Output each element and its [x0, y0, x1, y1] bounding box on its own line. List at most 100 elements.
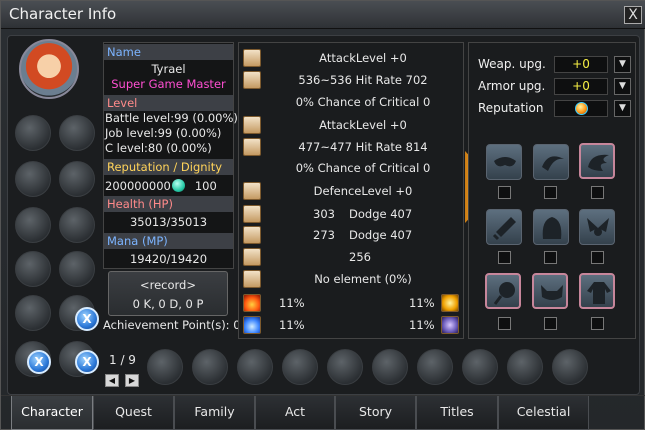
hp-header: Health (HP) — [104, 196, 233, 212]
equip-slot[interactable] — [59, 115, 95, 151]
element-value: No element (0%) — [314, 272, 412, 286]
fairy-wings-icon — [587, 218, 609, 236]
sword-costume-icon — [492, 217, 516, 241]
tab-celestial-spire[interactable]: Celestial Spire — [498, 396, 589, 430]
equip-slot[interactable] — [15, 115, 51, 151]
stat-row: 11% 11% — [239, 315, 463, 335]
armor-upgrade-value: +0 — [554, 78, 608, 95]
tab-act[interactable]: Act — [255, 396, 335, 430]
tab-family[interactable]: Family — [174, 396, 255, 430]
equip-slot[interactable] — [59, 251, 95, 287]
bow-icon — [243, 138, 261, 156]
upgrade-panel: Weap. upg. +0 ▼ Armor upg. +0 ▼ Reputati… — [468, 42, 636, 339]
visibility-checkbox[interactable] — [498, 251, 511, 264]
visibility-checkbox[interactable] — [591, 186, 604, 199]
reputation-value: 200000000 — [105, 179, 171, 193]
fire-resistance: 11% — [279, 296, 305, 310]
bag-slot[interactable] — [552, 349, 588, 385]
tab-quest[interactable]: Quest — [93, 396, 174, 430]
weapon-upgrade-label: Weap. upg. — [478, 57, 546, 71]
visibility-checkbox[interactable] — [498, 317, 511, 330]
bag-slot[interactable] — [327, 349, 363, 385]
visibility-checkbox[interactable] — [544, 186, 557, 199]
hood-icon — [542, 217, 562, 239]
tab-titles[interactable]: Titles — [416, 396, 498, 430]
reputation-dropdown[interactable]: ▼ — [614, 100, 631, 117]
title-bar[interactable]: Character Info X — [1, 1, 645, 29]
visibility-checkbox[interactable] — [591, 251, 604, 264]
close-button[interactable]: X — [624, 6, 642, 24]
armor-upgrade-label: Armor upg. — [478, 79, 546, 93]
hp-value: 35013/35013 — [129, 215, 208, 229]
tab-bar: Character Quest Family Act Story Titles … — [1, 395, 645, 430]
next-page-button[interactable]: ▶ — [125, 374, 139, 387]
stat-row: 536~536 Hit Rate 702 — [239, 70, 463, 90]
unequip-x-button[interactable]: X — [75, 307, 99, 331]
wings-icon — [588, 154, 609, 171]
stat-row: 11% 11% — [239, 293, 463, 313]
prev-page-button[interactable]: ◀ — [105, 374, 119, 387]
tab-story[interactable]: Story — [335, 396, 416, 430]
ranged-defence-icon — [243, 226, 261, 244]
attack2-level: AttackLevel +0 — [319, 118, 407, 132]
def1-dodge: Dodge 407 — [349, 207, 413, 221]
stat-row: 303 Dodge 407 — [239, 204, 463, 224]
lollipop-slot[interactable] — [485, 273, 521, 309]
visibility-checkbox[interactable] — [544, 251, 557, 264]
dark-icon — [441, 316, 459, 334]
equip-slot[interactable] — [15, 251, 51, 287]
stat-row: No element (0%) — [239, 269, 463, 289]
bag-slot[interactable] — [462, 349, 498, 385]
sword-icon — [243, 116, 261, 134]
bag-slot[interactable] — [147, 349, 183, 385]
attack2-crit: 0% Chance of Critical 0 — [295, 161, 431, 175]
dark-resistance: 11% — [409, 318, 435, 332]
def2-value: 273 — [313, 228, 335, 242]
unequip-x-button[interactable]: X — [75, 350, 99, 374]
visibility-checkbox[interactable] — [544, 317, 557, 330]
equip-slot[interactable] — [59, 161, 95, 197]
tab-character[interactable]: Character — [11, 396, 93, 430]
mask-slot[interactable] — [486, 144, 522, 180]
character-rank: Super Game Master — [111, 77, 226, 91]
character-avatar — [19, 39, 79, 99]
record-button[interactable]: <record> 0 K, 0 D, 0 P — [108, 271, 228, 316]
weapon-upgrade-dropdown[interactable]: ▼ — [614, 56, 631, 73]
weapon-upgrade-value: +0 — [554, 56, 608, 73]
bag-slot[interactable] — [507, 349, 543, 385]
unequip-x-button[interactable]: X — [27, 350, 51, 374]
job-level: Job level:99 (0.00%) — [105, 126, 222, 140]
stat-row: AttackLevel +0 — [239, 48, 463, 68]
costume-slot[interactable] — [579, 273, 615, 309]
attack2-hit: 477~477 Hit Rate 814 — [298, 140, 428, 154]
bag-slot[interactable] — [192, 349, 228, 385]
bag-slot[interactable] — [237, 349, 273, 385]
record-kda: 0 K, 0 D, 0 P — [132, 297, 204, 311]
mp-value: 19420/19420 — [129, 252, 208, 266]
equip-slot[interactable] — [15, 207, 51, 243]
mp-header: Mana (MP) — [104, 233, 233, 249]
reputation-icon-field[interactable] — [554, 100, 608, 117]
mask-costume-slot[interactable] — [532, 273, 568, 309]
visibility-checkbox[interactable] — [498, 186, 511, 199]
armor-upgrade-dropdown[interactable]: ▼ — [614, 78, 631, 95]
equip-slot[interactable] — [15, 295, 51, 331]
hair-slot[interactable] — [533, 144, 569, 180]
def1-value: 303 — [313, 207, 335, 221]
equip-slot[interactable] — [59, 207, 95, 243]
visibility-checkbox[interactable] — [591, 317, 604, 330]
c-level: C level:80 (0.00%) — [105, 141, 212, 155]
reputation-dignity-row: 200000000 100 — [104, 179, 233, 194]
accessory-slot[interactable] — [579, 209, 615, 245]
bag-slot[interactable] — [282, 349, 318, 385]
wings-slot[interactable] — [579, 143, 615, 179]
water-resistance: 11% — [279, 318, 305, 332]
bag-slot[interactable] — [417, 349, 453, 385]
water-icon — [243, 316, 261, 334]
weapon-costume-slot[interactable] — [486, 209, 522, 245]
hat-slot[interactable] — [533, 209, 569, 245]
equip-slot[interactable] — [15, 161, 51, 197]
bag-slot[interactable] — [372, 349, 408, 385]
element-icon — [243, 270, 261, 288]
mask-icon — [494, 157, 516, 167]
